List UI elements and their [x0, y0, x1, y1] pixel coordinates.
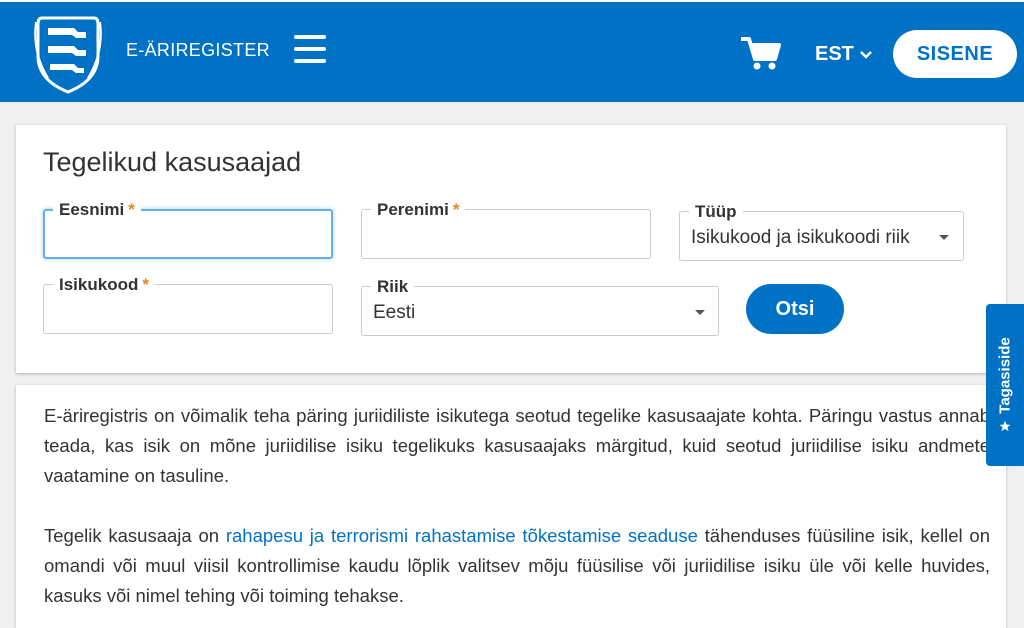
info-paragraph: Tegelik kasusaaja on rahapesu ja terrori…: [44, 525, 990, 606]
last-name-field: Perenimi *: [361, 201, 651, 261]
type-selected-value: Isikukood ja isikukoodi riik: [691, 227, 910, 248]
language-label: EST: [815, 43, 854, 65]
first-name-field: Eesnimi *: [43, 201, 333, 261]
feedback-label: Tagasiside: [996, 337, 1014, 414]
type-select[interactable]: Tüüp Isikukood ja isikukoodi riik: [679, 203, 964, 263]
caret-down-icon: [695, 310, 705, 315]
search-button[interactable]: Otsi: [746, 284, 844, 334]
chevron-down-icon: [860, 50, 872, 59]
language-selector[interactable]: EST: [815, 43, 872, 66]
info-text: E-äriregistris on võimalik teha päring j…: [44, 401, 990, 628]
star-icon: [999, 420, 1011, 432]
info-card: E-äriregistris on võimalik teha päring j…: [16, 385, 1006, 628]
top-header: E-ÄRIREGISTER EST SISENE: [0, 0, 1024, 102]
country-label: Riik: [371, 278, 415, 295]
hamburger-menu-icon[interactable]: [294, 35, 326, 63]
page-title: Tegelikud kasusaajad: [43, 147, 302, 177]
caret-down-icon: [939, 235, 949, 240]
first-name-input[interactable]: [45, 211, 331, 257]
id-code-field: Isikukood *: [43, 276, 333, 336]
brand-name[interactable]: E-ÄRIREGISTER: [126, 40, 270, 61]
law-link[interactable]: rahapesu ja terrorismi rahastamise tõkes…: [226, 525, 698, 546]
search-card: Tegelikud kasusaajad Eesnimi * Perenimi * …: [16, 125, 1006, 373]
country-selected-value: Eesti: [373, 302, 416, 323]
last-name-input[interactable]: [363, 211, 649, 257]
type-label: Tüüp: [689, 203, 743, 220]
cart-icon[interactable]: [741, 36, 781, 70]
id-code-input[interactable]: [45, 286, 331, 332]
feedback-tab[interactable]: Tagasiside: [986, 304, 1024, 466]
info-paragraph: E-äriregistris on võimalik teha päring j…: [44, 405, 990, 486]
country-select[interactable]: Riik Eesti: [361, 278, 719, 338]
coat-of-arms-logo[interactable]: [34, 12, 102, 96]
login-button[interactable]: SISENE: [893, 30, 1017, 78]
